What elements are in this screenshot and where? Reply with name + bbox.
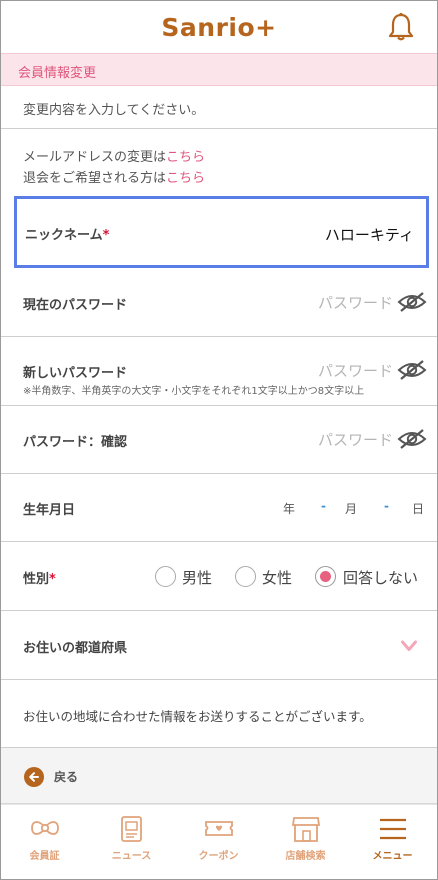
chevron-down-icon[interactable] [401,640,417,652]
coupon-icon [205,821,233,836]
birthday-year[interactable]: 年 [283,500,295,517]
current-password-label: 現在のパスワード [23,298,128,313]
gender-label: 性別* [23,572,56,587]
nickname-field[interactable]: ニックネーム* ハローキティ [14,196,429,268]
nav-item-coupon[interactable]: クーポン [175,805,262,879]
confirm-password-row: パスワード：確認 パスワード [1,406,437,474]
bottom-nav: 会員証 ニュース クーポン 店舗検索 メニュー [1,804,437,879]
eye-off-icon[interactable] [397,428,427,450]
account-links: メールアドレスの変更はこちら 退会をご希望される方はこちら [1,129,437,193]
gender-radio-female[interactable] [235,566,256,587]
birthday-dash: - [384,499,389,513]
withdraw-link[interactable]: こちら [166,171,205,186]
prefecture-label: お住いの都道府県 [23,641,128,656]
gender-option-none[interactable]: 回答しない [343,567,418,588]
email-change-line: メールアドレスの変更はこちら [23,146,205,165]
menu-icon [380,818,406,840]
nav-label-news: ニュース [111,851,152,862]
gender-option-female[interactable]: 女性 [262,567,292,588]
news-icon [121,816,142,842]
birthday-row: 生年月日 年 - 月 - 日 [1,474,437,542]
intro-text: 変更内容を入力してください。 [23,103,205,118]
password-hint: ※半角数字、半角英字の大文字・小文字をそれぞれ1文字以上かつ8文字以上 [23,386,365,397]
nav-item-store-search[interactable]: 店舗検索 [262,805,349,879]
nickname-input[interactable]: ハローキティ [325,224,414,245]
section-title-bar: 会員情報変更 [1,53,437,86]
nav-item-menu[interactable]: メニュー [349,805,436,879]
gender-radio-none[interactable] [315,566,336,587]
confirm-password-label: パスワード：確認 [23,435,128,450]
birthday-dash: - [321,499,326,513]
withdraw-line: 退会をご希望される方はこちら [23,167,205,186]
section-title: 会員情報変更 [18,66,97,81]
eye-off-icon[interactable] [397,291,427,313]
bow-icon [31,821,59,835]
screen: Sanrio+ 会員情報変更 変更内容を入力してください。 メールアドレスの変更… [0,0,438,880]
nav-label-membership: 会員証 [29,851,60,862]
email-change-text: メールアドレスの変更は [23,150,167,165]
store-icon [291,817,321,842]
nav-label-store-search: 店舗検索 [285,851,326,862]
arrow-left-icon[interactable] [24,767,44,787]
app-logo: Sanrio+ [161,13,277,42]
email-change-link[interactable]: こちら [166,150,205,165]
current-password-input[interactable]: パスワード [318,292,393,313]
new-password-label: 新しいパスワード [23,366,128,381]
prefecture-info-text: お住いの地域に合わせた情報をお送りすることがございます。 [23,709,372,724]
nav-label-menu: メニュー [372,851,413,862]
back-label[interactable]: 戻る [54,768,78,785]
new-password-input[interactable]: パスワード [318,360,393,381]
new-password-row: 新しいパスワード パスワード ※半角数字、半角英字の大文字・小文字をそれぞれ1文… [1,337,437,406]
nav-item-membership[interactable]: 会員証 [1,805,88,879]
eye-off-icon[interactable] [397,359,427,381]
confirm-password-input[interactable]: パスワード [318,429,393,450]
gender-radio-male[interactable] [155,566,176,587]
birthday-day[interactable]: 日 [412,500,424,517]
birthday-month[interactable]: 月 [345,500,357,517]
current-password-row: 現在のパスワード パスワード [1,268,437,337]
back-button[interactable]: 戻る [1,748,437,804]
gender-option-male[interactable]: 男性 [182,567,212,588]
gender-row: 性別* 男性 女性 回答しない [1,542,437,611]
bell-icon[interactable] [387,12,415,42]
withdraw-text: 退会をご希望される方は [23,171,167,186]
app-header: Sanrio+ [1,1,437,53]
birthday-label: 生年月日 [23,503,76,518]
nickname-label: ニックネーム* [25,228,110,243]
prefecture-info: お住いの地域に合わせた情報をお送りすることがございます。 [1,680,437,748]
prefecture-row[interactable]: お住いの都道府県 [1,611,437,680]
nav-label-coupon: クーポン [198,851,239,862]
nav-item-news[interactable]: ニュース [88,805,175,879]
intro-block: 変更内容を入力してください。 [1,86,437,129]
